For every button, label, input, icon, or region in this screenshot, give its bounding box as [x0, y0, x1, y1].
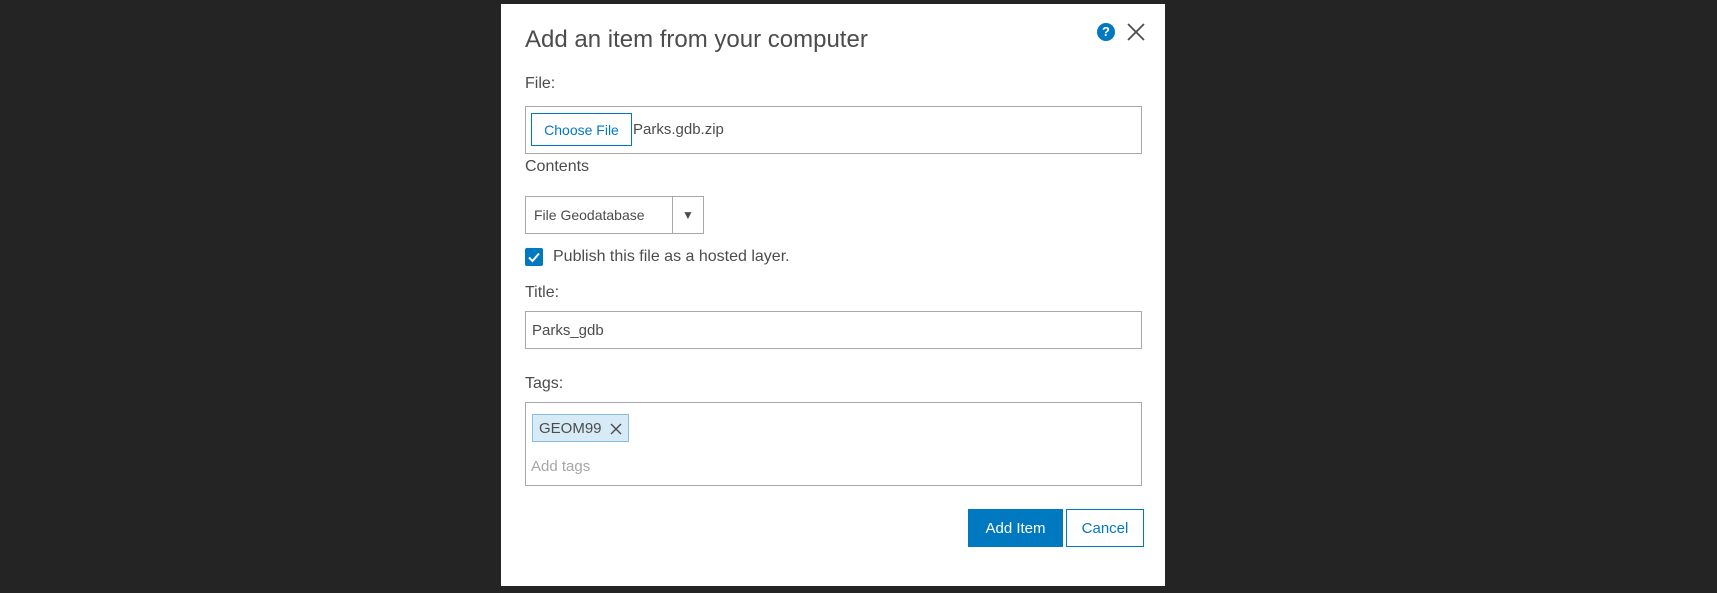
- contents-label: Contents: [525, 158, 590, 175]
- publish-checkbox[interactable]: [525, 248, 543, 266]
- title-label: Title:: [525, 284, 560, 301]
- help-icon[interactable]: ?: [1097, 23, 1115, 41]
- selected-file-name: Parks.gdb.zip: [633, 121, 724, 138]
- add-tags-input[interactable]: [531, 455, 831, 477]
- tag-chip: GEOM99: [532, 414, 629, 442]
- cancel-button[interactable]: Cancel: [1066, 509, 1144, 547]
- contents-select[interactable]: File Geodatabase ▼: [525, 196, 704, 234]
- close-icon[interactable]: [1125, 21, 1147, 43]
- checkmark-icon: [528, 252, 540, 263]
- file-picker: Choose File Parks.gdb.zip: [525, 106, 1142, 154]
- publish-checkbox-label[interactable]: Publish this file as a hosted layer.: [553, 248, 790, 266]
- add-item-dialog: Add an item from your computer ? File: C…: [501, 4, 1165, 586]
- add-item-button[interactable]: Add Item: [968, 509, 1063, 547]
- dropdown-arrow-icon[interactable]: ▼: [673, 197, 703, 233]
- dialog-title: Add an item from your computer: [525, 26, 868, 53]
- choose-file-button[interactable]: Choose File: [531, 113, 632, 146]
- remove-tag-icon[interactable]: [610, 422, 622, 435]
- tags-label: Tags:: [525, 375, 564, 392]
- contents-selected-value: File Geodatabase: [534, 207, 645, 223]
- title-input[interactable]: [525, 311, 1142, 349]
- file-label: File:: [525, 75, 556, 92]
- tag-chip-label: GEOM99: [539, 419, 602, 437]
- tags-field[interactable]: GEOM99: [525, 402, 1142, 486]
